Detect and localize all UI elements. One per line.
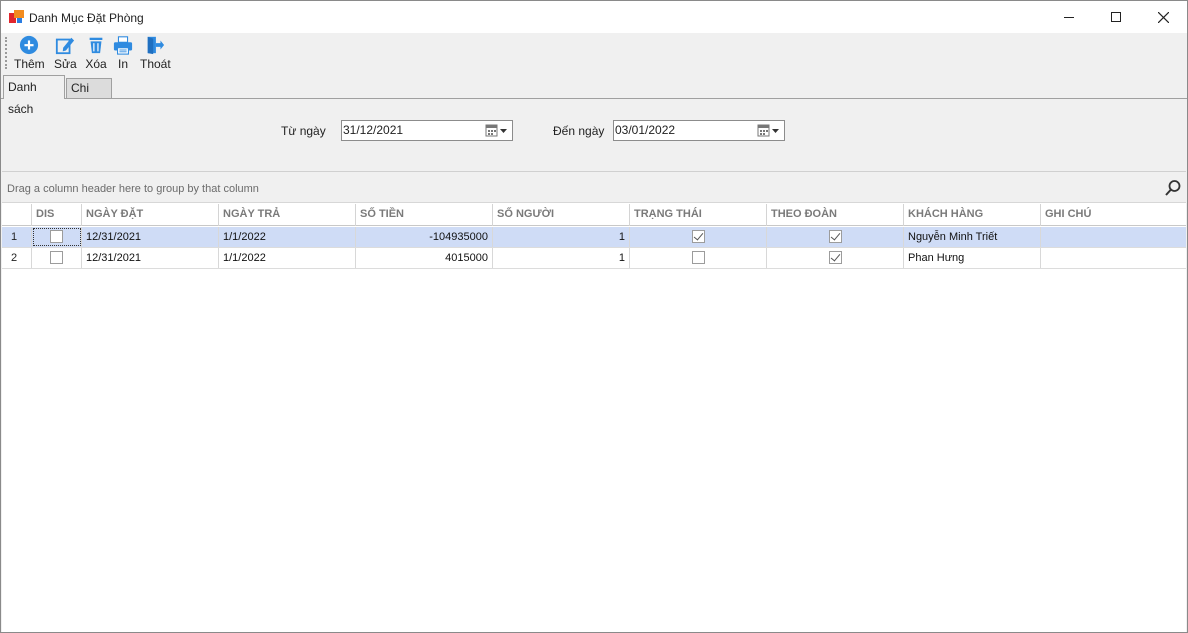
row-indicator-header bbox=[2, 204, 32, 226]
toolbar: Thêm Sửa Xóa In Thoát bbox=[1, 33, 1187, 73]
trash-icon bbox=[89, 37, 103, 54]
so-nguoi-cell[interactable]: 1 bbox=[493, 227, 630, 247]
khach-hang-cell[interactable]: Nguyễn Minh Triết bbox=[904, 227, 1041, 247]
app-logo-icon bbox=[9, 10, 25, 24]
minimize-icon bbox=[1064, 17, 1074, 18]
print-label: In bbox=[117, 57, 128, 71]
add-button[interactable]: Thêm bbox=[14, 35, 45, 71]
ngay-dat-cell[interactable]: 12/31/2021 bbox=[82, 227, 219, 247]
so-tien-cell[interactable]: -104935000 bbox=[356, 227, 493, 247]
column-header-ngay-dat[interactable]: NGÀY ĐẶT bbox=[82, 204, 219, 226]
toolbar-grip[interactable] bbox=[5, 37, 7, 69]
exit-label: Thoát bbox=[140, 57, 171, 71]
column-header-khach-hang[interactable]: KHÁCH HÀNG bbox=[904, 204, 1041, 226]
window-title: Danh Mục Đặt Phòng bbox=[29, 11, 144, 25]
calendar-dropdown-icon[interactable] bbox=[757, 124, 781, 138]
to-date-label: Đến ngày bbox=[553, 124, 605, 138]
tab-panel-danh-sach: Từ ngày 31/12/2021 Đến ngày 03/01/2022 D… bbox=[1, 98, 1187, 632]
from-date-field[interactable]: 31/12/2021 bbox=[341, 120, 513, 141]
minimize-button[interactable] bbox=[1046, 1, 1092, 33]
to-date-value: 03/01/2022 bbox=[615, 123, 676, 137]
delete-label: Xóa bbox=[85, 57, 107, 71]
dis-cell[interactable] bbox=[32, 227, 82, 247]
edit-label: Sửa bbox=[54, 57, 77, 71]
table-row[interactable]: 1 12/31/2021 1/1/2022 -104935000 1 Nguyễ… bbox=[2, 227, 1186, 248]
grid-header: DIS NGÀY ĐẶT NGÀY TRẢ SỐ TIỀN SỐ NGƯỜI T… bbox=[2, 204, 1186, 226]
so-nguoi-cell[interactable]: 1 bbox=[493, 248, 630, 268]
search-icon[interactable] bbox=[1164, 179, 1182, 197]
row-number: 2 bbox=[2, 248, 32, 268]
maximize-icon bbox=[1111, 12, 1121, 22]
table-row[interactable]: 2 12/31/2021 1/1/2022 4015000 1 Phan Hưn… bbox=[2, 248, 1186, 269]
print-button[interactable]: In bbox=[112, 35, 134, 71]
column-header-theo-doan[interactable]: THEO ĐOÀN bbox=[767, 204, 904, 226]
to-date-field[interactable]: 03/01/2022 bbox=[613, 120, 785, 141]
ngay-tra-cell[interactable]: 1/1/2022 bbox=[219, 248, 356, 268]
add-circle-icon bbox=[20, 35, 39, 55]
column-header-so-nguoi[interactable]: SỐ NGƯỜI bbox=[493, 204, 630, 226]
group-by-panel[interactable]: Drag a column header here to group by th… bbox=[2, 172, 1186, 203]
tab-strip: Danh sách Chi Tiết bbox=[1, 75, 1187, 116]
dis-cell[interactable] bbox=[32, 248, 82, 268]
column-header-so-tien[interactable]: SỐ TIỀN bbox=[356, 204, 493, 226]
row-number: 1 bbox=[2, 227, 32, 247]
column-header-trang-thai[interactable]: TRẠNG THÁI bbox=[630, 204, 767, 226]
so-tien-cell[interactable]: 4015000 bbox=[356, 248, 493, 268]
close-icon bbox=[1157, 11, 1169, 23]
trang-thai-cell[interactable] bbox=[630, 248, 767, 268]
column-header-ghi-chu[interactable]: GHI CHÚ bbox=[1041, 204, 1186, 226]
trang-thai-checkbox[interactable] bbox=[691, 229, 705, 243]
theo-doan-cell[interactable] bbox=[767, 248, 904, 268]
add-label: Thêm bbox=[14, 57, 45, 71]
app-window: Danh Mục Đặt Phòng Thêm Sửa Xóa In Thoát… bbox=[0, 0, 1188, 633]
trang-thai-cell[interactable] bbox=[630, 227, 767, 247]
booking-grid: Drag a column header here to group by th… bbox=[2, 171, 1186, 632]
exit-icon bbox=[148, 36, 165, 55]
khach-hang-cell[interactable]: Phan Hưng bbox=[904, 248, 1041, 268]
title-bar: Danh Mục Đặt Phòng bbox=[1, 1, 1187, 33]
maximize-button[interactable] bbox=[1093, 1, 1139, 33]
ghi-chu-cell[interactable] bbox=[1041, 248, 1186, 268]
from-date-value: 31/12/2021 bbox=[343, 123, 404, 137]
ngay-tra-cell[interactable]: 1/1/2022 bbox=[219, 227, 356, 247]
delete-button[interactable]: Xóa bbox=[85, 35, 107, 71]
ngay-dat-cell[interactable]: 12/31/2021 bbox=[82, 248, 219, 268]
edit-button[interactable]: Sửa bbox=[54, 35, 77, 71]
exit-button[interactable]: Thoát bbox=[140, 35, 171, 71]
group-hint: Drag a column header here to group by th… bbox=[7, 183, 259, 195]
column-header-dis[interactable]: DIS bbox=[32, 204, 82, 226]
theo-doan-cell[interactable] bbox=[767, 227, 904, 247]
column-header-ngay-tra[interactable]: NGÀY TRẢ bbox=[219, 204, 356, 226]
calendar-dropdown-icon[interactable] bbox=[485, 124, 509, 138]
close-button[interactable] bbox=[1140, 1, 1186, 33]
from-date-label: Từ ngày bbox=[281, 124, 326, 138]
theo-doan-checkbox[interactable] bbox=[828, 229, 842, 243]
dis-checkbox[interactable] bbox=[50, 229, 63, 243]
printer-icon bbox=[113, 36, 133, 55]
tab-chi-tiet[interactable]: Chi Tiết bbox=[66, 78, 112, 114]
theo-doan-checkbox[interactable] bbox=[828, 250, 842, 264]
tab-danh-sach[interactable]: Danh sách bbox=[3, 75, 65, 116]
trang-thai-checkbox[interactable] bbox=[691, 250, 705, 264]
ghi-chu-cell[interactable] bbox=[1041, 227, 1186, 247]
dis-checkbox[interactable] bbox=[50, 250, 63, 264]
edit-icon bbox=[56, 37, 75, 55]
